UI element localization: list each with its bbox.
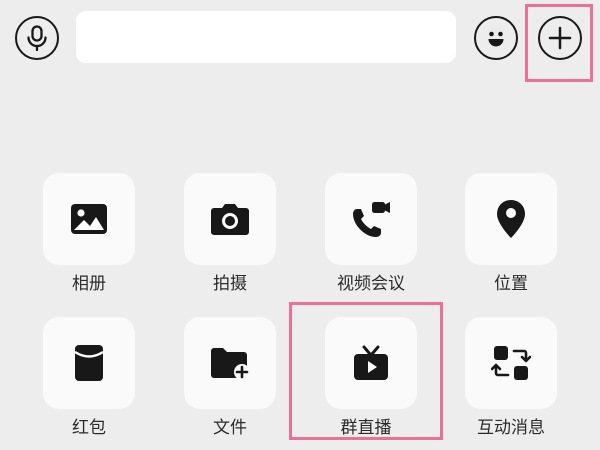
interactive-message-button[interactable] <box>465 317 557 409</box>
location-button[interactable] <box>465 173 557 265</box>
microphone-icon <box>25 25 49 51</box>
photo-album-button[interactable] <box>43 173 135 265</box>
red-packet-button[interactable] <box>43 317 135 409</box>
plus-button-highlight <box>525 4 593 82</box>
video-call-icon <box>350 199 392 239</box>
video-meeting-label: 视频会议 <box>337 274 405 294</box>
video-meeting-button[interactable] <box>325 173 417 265</box>
location-label: 位置 <box>494 274 528 294</box>
group-live-highlight <box>289 302 443 440</box>
file-button[interactable] <box>184 317 276 409</box>
voice-input-button[interactable] <box>15 16 59 60</box>
red-packet-icon <box>73 343 105 383</box>
interactive-message-label: 互动消息 <box>477 418 545 438</box>
file-label: 文件 <box>213 418 247 438</box>
camera-button[interactable] <box>184 173 276 265</box>
red-packet-label: 红包 <box>72 418 106 438</box>
input-toolbar <box>0 0 600 80</box>
camera-label: 拍摄 <box>213 274 247 294</box>
folder-add-icon <box>209 345 251 381</box>
emoji-button[interactable] <box>474 16 518 60</box>
photo-icon <box>69 202 109 236</box>
location-pin-icon <box>495 198 527 240</box>
camera-icon <box>209 202 251 236</box>
emoji-icon <box>482 24 510 52</box>
photo-album-label: 相册 <box>72 274 106 294</box>
message-input[interactable] <box>76 11 456 63</box>
interactive-message-icon <box>491 343 531 383</box>
